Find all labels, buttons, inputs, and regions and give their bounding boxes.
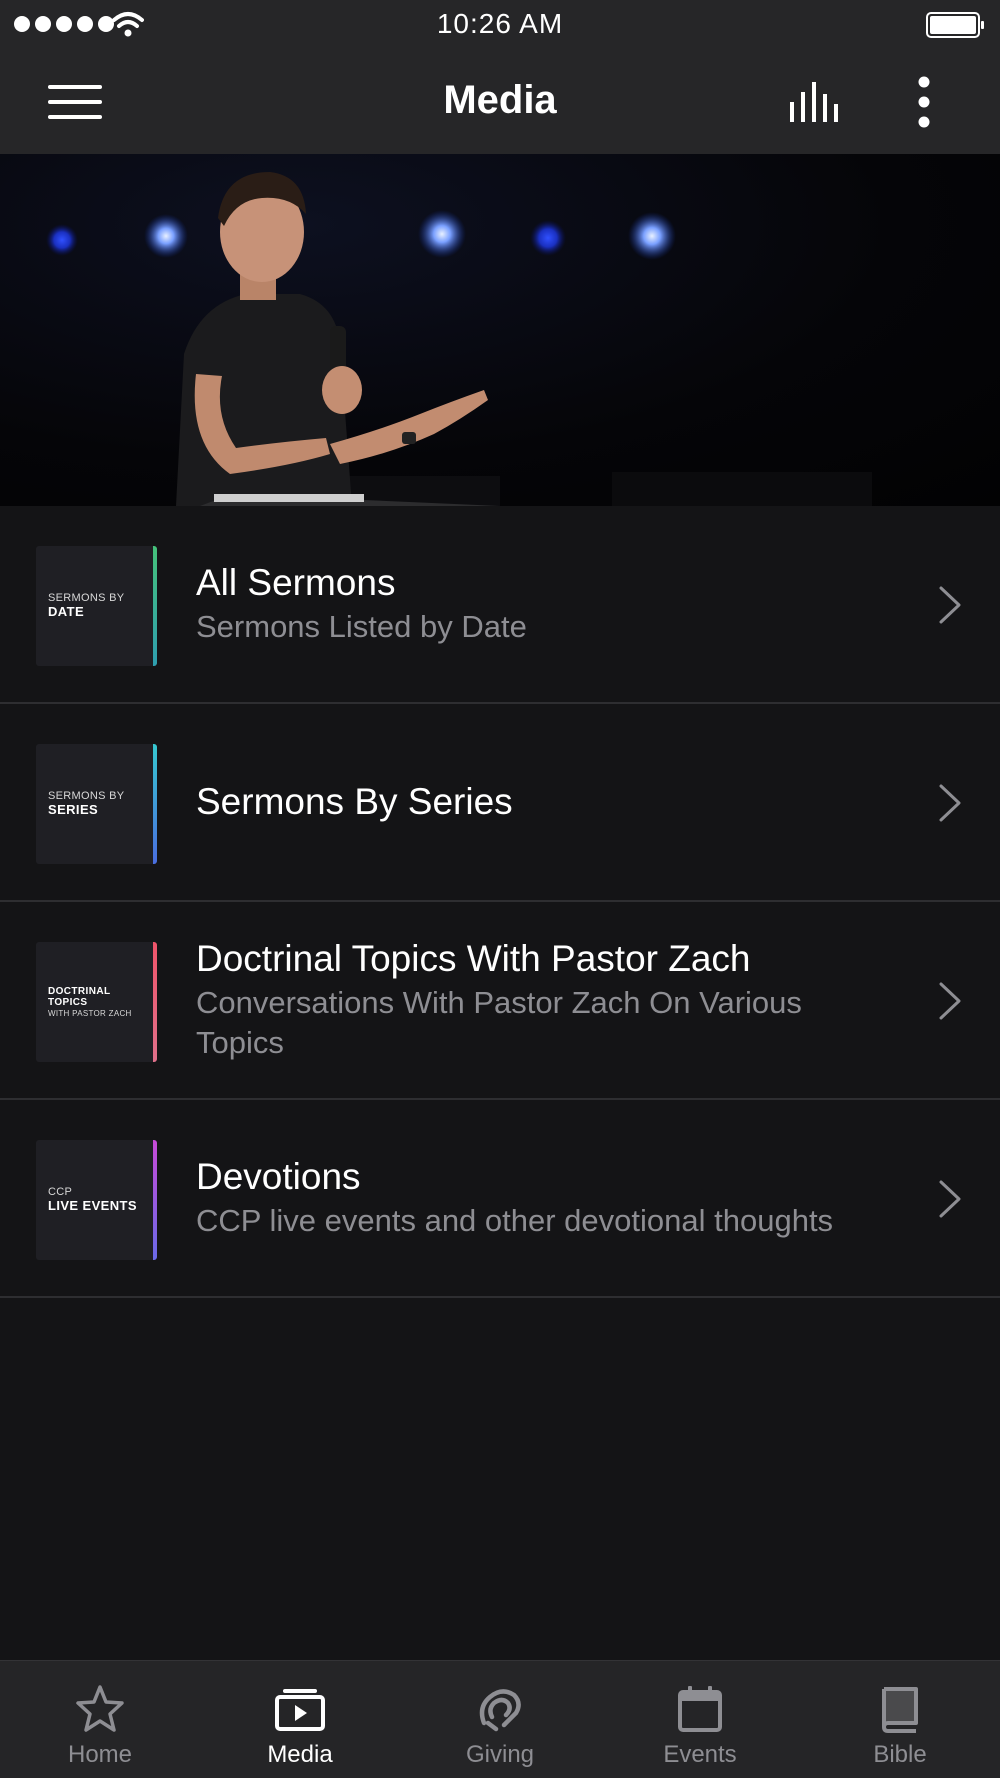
item-title: Doctrinal Topics With Pastor Zach xyxy=(196,938,751,979)
tab-label: Giving xyxy=(465,1741,535,1768)
nav-header: Media xyxy=(0,50,1000,154)
list-item-devotions[interactable]: CCP LIVE EVENTS Devotions CCP live event… xyxy=(0,1100,1000,1298)
page-title: Media xyxy=(443,78,557,122)
thumbnail-heading: DOCTRINAL TOPICS xyxy=(48,985,111,1009)
tab-label: Media xyxy=(267,1741,333,1768)
thumbnail-doctrinal-topics: WITH PASTOR ZACH DOCTRINAL TOPICS xyxy=(36,942,157,1062)
tab-label: Events xyxy=(663,1741,737,1768)
more-vertical-icon[interactable] xyxy=(910,74,938,130)
tab-bar: Home Media Giving Events Bible xyxy=(0,1660,1000,1778)
item-title: Sermons By Series xyxy=(196,781,513,822)
giving-icon xyxy=(479,1689,521,1732)
status-bar: 10:26 AM xyxy=(0,0,1000,50)
tab-label: Home xyxy=(67,1741,133,1768)
thumbnail-caption: SERMONS BY xyxy=(48,790,125,803)
tab-events[interactable]: Events xyxy=(600,1661,800,1778)
battery-icon xyxy=(926,12,984,38)
chevron-right-icon xyxy=(939,1180,961,1218)
item-subtitle: Conversations With Pastor Zach On Variou… xyxy=(196,985,802,1060)
thumbnail-caption: SERMONS BY xyxy=(48,592,125,605)
thumbnail-live-events: CCP LIVE EVENTS xyxy=(36,1140,157,1260)
tab-bible[interactable]: Bible xyxy=(800,1661,1000,1778)
item-subtitle: CCP live events and other devotional tho… xyxy=(196,1203,834,1238)
media-list: SERMONS BY DATE All Sermons Sermons List… xyxy=(0,506,1000,1298)
chevron-right-icon xyxy=(939,784,961,822)
thumbnail-heading: DATE xyxy=(48,603,85,619)
calendar-icon xyxy=(678,1686,722,1732)
audio-bars-icon[interactable] xyxy=(788,80,844,124)
thumbnail-accent-bar xyxy=(153,1140,157,1260)
tab-label: Bible xyxy=(873,1741,927,1768)
chevron-right-icon xyxy=(939,586,961,624)
chevron-right-icon xyxy=(939,982,961,1020)
status-time: 10:26 AM xyxy=(436,8,564,39)
pastor-speaking-illustration xyxy=(46,172,872,506)
hero-image xyxy=(0,154,1000,506)
tab-media[interactable]: Media xyxy=(200,1661,400,1778)
thumbnail-heading: LIVE EVENTS xyxy=(48,1197,137,1213)
star-icon xyxy=(76,1685,124,1732)
item-subtitle: Sermons Listed by Date xyxy=(196,609,527,644)
item-title: Devotions xyxy=(196,1156,361,1197)
thumbnail-heading: SERIES xyxy=(48,801,99,817)
thumbnail-accent-bar xyxy=(153,942,157,1062)
media-play-icon xyxy=(275,1689,325,1731)
list-item-doctrinal-topics[interactable]: WITH PASTOR ZACH DOCTRINAL TOPICS Doctri… xyxy=(0,902,1000,1100)
tab-home[interactable]: Home xyxy=(0,1661,200,1778)
tab-giving[interactable]: Giving xyxy=(400,1661,600,1778)
thumbnail-accent-bar xyxy=(153,744,157,864)
book-icon xyxy=(882,1687,918,1733)
thumbnail-sermons-by-date: SERMONS BY DATE xyxy=(36,546,157,666)
thumbnail-caption: CCP xyxy=(48,1186,73,1199)
item-title: All Sermons xyxy=(196,562,396,603)
thumbnail-caption: WITH PASTOR ZACH xyxy=(48,1008,132,1018)
list-item-sermons-by-series[interactable]: SERMONS BY SERIES Sermons By Series xyxy=(0,704,1000,902)
list-item-all-sermons[interactable]: SERMONS BY DATE All Sermons Sermons List… xyxy=(0,506,1000,704)
thumbnail-sermons-by-series: SERMONS BY SERIES xyxy=(36,744,157,864)
thumbnail-accent-bar xyxy=(153,546,157,666)
